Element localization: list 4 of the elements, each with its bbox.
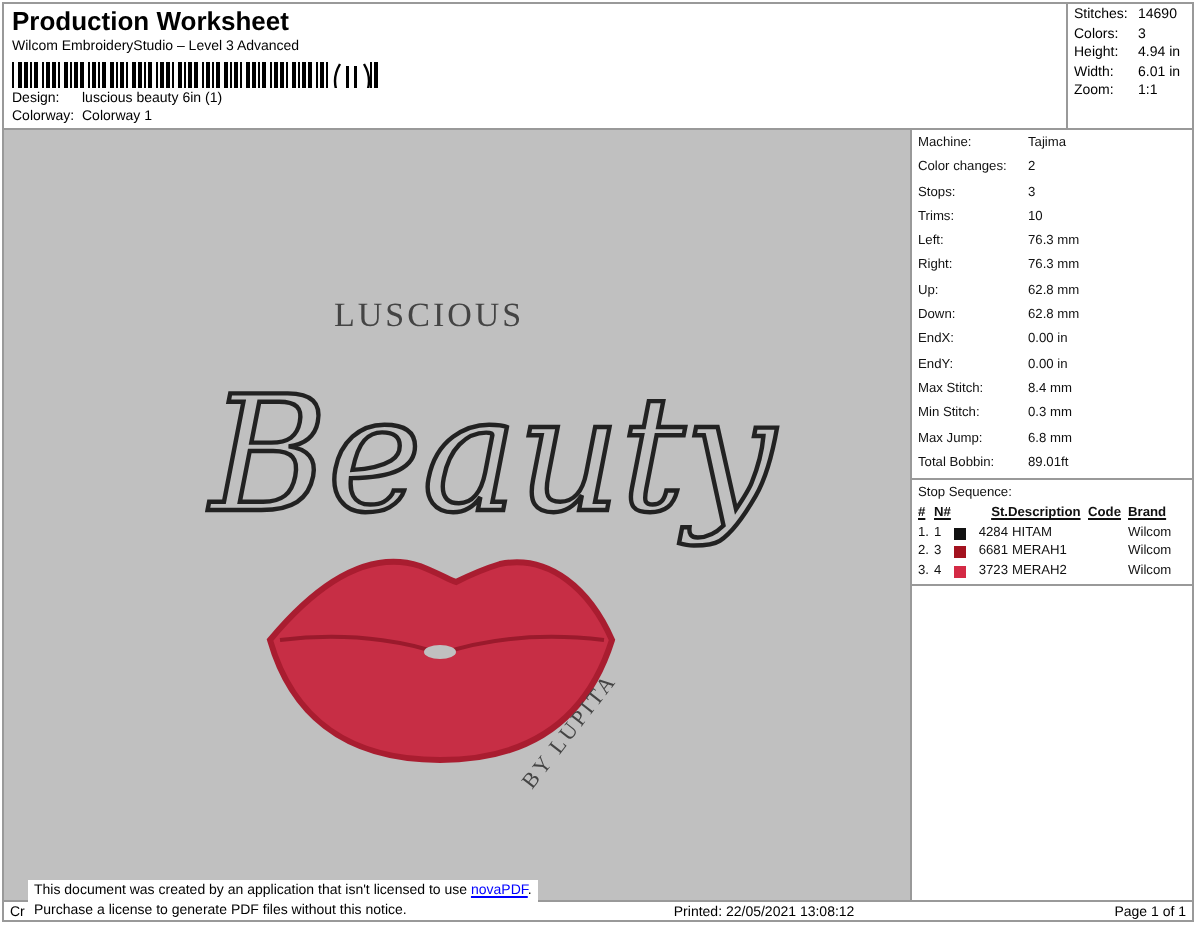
design-script-text: Beauty	[210, 362, 776, 548]
design-top-text: LUSCIOUS	[334, 296, 525, 334]
worksheet-title: Production Worksheet	[12, 6, 291, 38]
barcode-icon	[12, 62, 382, 88]
